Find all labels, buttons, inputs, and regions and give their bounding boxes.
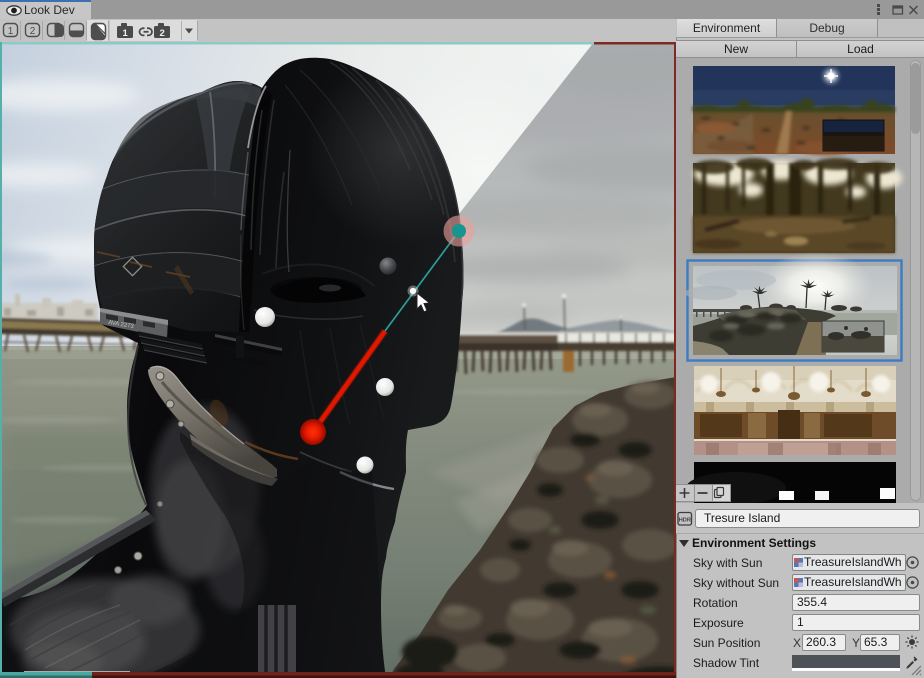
svg-text:HDR: HDR <box>679 517 691 523</box>
svg-text:2: 2 <box>160 28 165 39</box>
svg-text:2: 2 <box>30 26 36 37</box>
svg-text:1: 1 <box>8 26 14 37</box>
svg-text:1: 1 <box>123 28 129 39</box>
